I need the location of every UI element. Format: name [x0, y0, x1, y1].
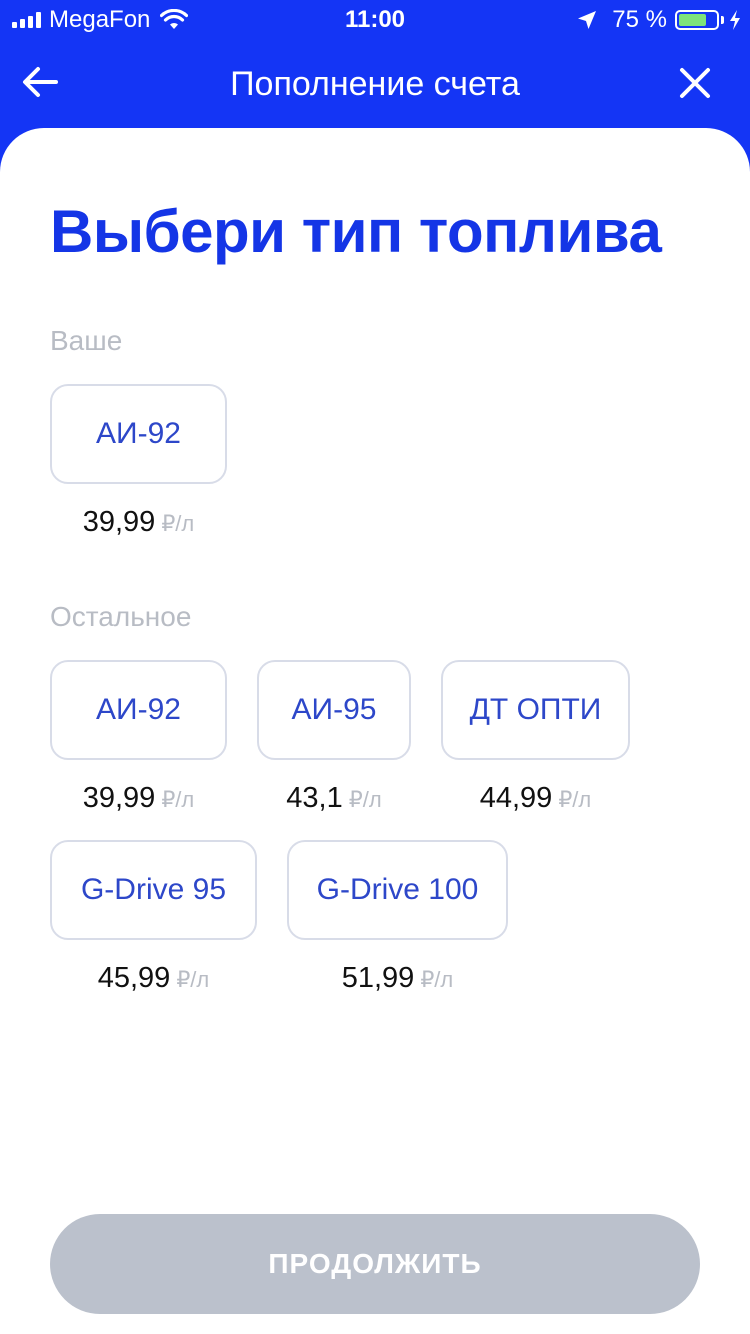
wifi-icon: [160, 9, 189, 29]
fuel-price: 39,99 ₽/л: [50, 778, 227, 823]
fuel-option-g-drive-100[interactable]: G-Drive 100 51,99 ₽/л: [287, 840, 508, 1003]
continue-button[interactable]: ПРОДОЛЖИТЬ: [50, 1214, 700, 1314]
fuel-option-ai92[interactable]: АИ-92 39,99 ₽/л: [50, 660, 227, 823]
fuel-price: 39,99 ₽/л: [50, 502, 227, 547]
fuel-option-dt-opti[interactable]: ДТ ОПТИ 44,99 ₽/л: [441, 660, 630, 823]
close-icon[interactable]: [678, 66, 712, 100]
price-value: 39,99: [82, 506, 156, 538]
location-arrow-icon: [578, 11, 597, 29]
fuel-price: 45,99 ₽/л: [50, 958, 257, 1003]
price-value: 45,99: [97, 962, 171, 994]
section-label-other: Остальное: [50, 601, 192, 632]
fuel-price: 51,99 ₽/л: [287, 958, 508, 1003]
price-value: 51,99: [341, 962, 415, 994]
fuel-card[interactable]: АИ-95: [257, 660, 411, 760]
price-unit: ₽/л: [161, 787, 195, 812]
battery-percent: 75 %: [612, 6, 667, 33]
fuel-card[interactable]: G-Drive 95: [50, 840, 257, 940]
back-arrow-icon[interactable]: [20, 62, 60, 102]
fuel-card[interactable]: АИ-92: [50, 660, 227, 760]
charging-bolt-icon: [730, 10, 740, 30]
fuel-option-yours-ai92[interactable]: АИ-92 39,99 ₽/л: [50, 384, 227, 547]
price-unit: ₽/л: [161, 511, 195, 536]
carrier-name: MegaFon: [49, 6, 151, 33]
price-value: 44,99: [479, 782, 553, 814]
fuel-card[interactable]: ДТ ОПТИ: [441, 660, 630, 760]
price-unit: ₽/л: [348, 787, 382, 812]
navigation-bar: Пополнение счета: [0, 40, 750, 128]
fuel-card[interactable]: АИ-92: [50, 384, 227, 484]
fuel-heading: Выбери тип топлива: [50, 198, 662, 265]
section-label-yours: Ваше: [50, 325, 123, 356]
content-sheet: Выбери тип топлива Ваше АИ-92 39,99 ₽/л О…: [0, 128, 750, 1334]
price-unit: ₽/л: [558, 787, 592, 812]
signal-icon: [12, 12, 41, 28]
fuel-price: 43,1 ₽/л: [257, 778, 411, 823]
battery-icon: [675, 10, 719, 30]
fuel-option-g-drive-95[interactable]: G-Drive 95 45,99 ₽/л: [50, 840, 257, 1003]
price-value: 39,99: [82, 782, 156, 814]
battery-tip: [721, 16, 724, 24]
fuel-option-ai95[interactable]: АИ-95 43,1 ₽/л: [257, 660, 411, 823]
price-unit: ₽/л: [176, 967, 210, 992]
fuel-card[interactable]: G-Drive 100: [287, 840, 508, 940]
status-bar: MegaFon 11:00 75 %: [0, 0, 750, 40]
fuel-price: 44,99 ₽/л: [441, 778, 630, 823]
price-unit: ₽/л: [420, 967, 454, 992]
page-title: Пополнение счета: [230, 65, 520, 103]
price-value: 43,1: [286, 782, 343, 814]
